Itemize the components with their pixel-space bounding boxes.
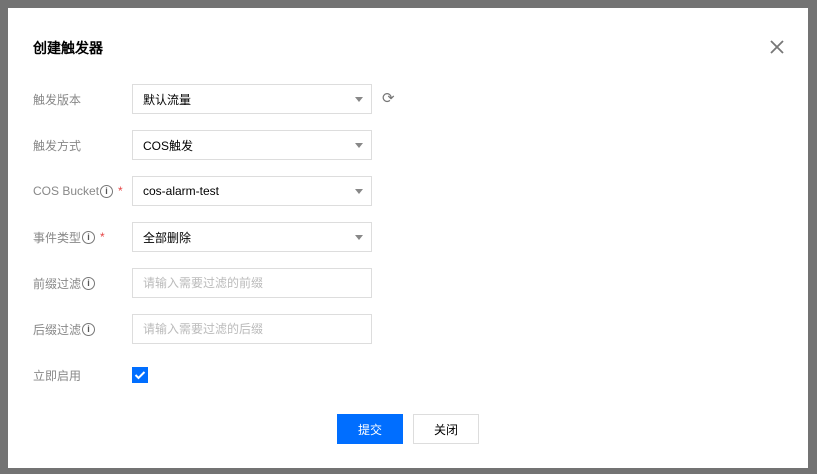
info-icon[interactable]: i — [82, 276, 96, 290]
event-row: 事件类型 i * 全部删除 — [33, 222, 372, 252]
bucket-label: COS Bucket — [33, 184, 100, 198]
bucket-row: COS Bucket i * cos-alarm-test — [33, 176, 372, 206]
version-row: 触发版本 默认流量 ⟳ — [33, 84, 398, 114]
close-icon[interactable] — [768, 38, 786, 56]
prefix-label: 前缀过滤 — [33, 276, 82, 291]
enable-checkbox[interactable] — [132, 367, 148, 383]
bucket-select[interactable]: cos-alarm-test — [132, 176, 372, 206]
event-value: 全部删除 — [143, 230, 192, 245]
dialog-title: 创建触发器 — [33, 40, 103, 56]
chevron-down-icon — [355, 97, 363, 102]
method-select[interactable]: COS触发 — [132, 130, 372, 160]
required-mark: * — [100, 230, 105, 244]
version-label: 触发版本 — [33, 92, 82, 107]
method-row: 触发方式 COS触发 — [33, 130, 372, 160]
close-button[interactable]: 关闭 — [413, 414, 479, 444]
version-select[interactable]: 默认流量 — [132, 84, 372, 114]
chevron-down-icon — [355, 235, 363, 240]
suffix-row: 后缀过滤 i — [33, 314, 372, 344]
info-icon[interactable]: i — [82, 230, 96, 244]
prefix-row: 前缀过滤 i — [33, 268, 372, 298]
chevron-down-icon — [355, 143, 363, 148]
event-label: 事件类型 — [33, 230, 82, 245]
create-trigger-dialog: 创建触发器 触发版本 默认流量 ⟳ 触发方式 COS触发 COS Bucket i… — [8, 8, 808, 468]
method-value: COS触发 — [143, 138, 194, 153]
bucket-value: cos-alarm-test — [143, 184, 220, 198]
prefix-input[interactable] — [143, 276, 361, 290]
info-icon[interactable]: i — [100, 184, 114, 198]
refresh-icon[interactable]: ⟳ — [382, 91, 398, 107]
suffix-input[interactable] — [143, 322, 361, 336]
method-label: 触发方式 — [33, 138, 82, 153]
enable-label: 立即启用 — [33, 368, 82, 383]
version-value: 默认流量 — [143, 92, 192, 107]
enable-row: 立即启用 — [33, 360, 148, 390]
chevron-down-icon — [355, 189, 363, 194]
checkmark-icon — [134, 371, 146, 380]
suffix-label: 后缀过滤 — [33, 322, 82, 337]
event-select[interactable]: 全部删除 — [132, 222, 372, 252]
submit-button[interactable]: 提交 — [337, 414, 403, 444]
info-icon[interactable]: i — [82, 322, 96, 336]
required-mark: * — [118, 184, 123, 198]
